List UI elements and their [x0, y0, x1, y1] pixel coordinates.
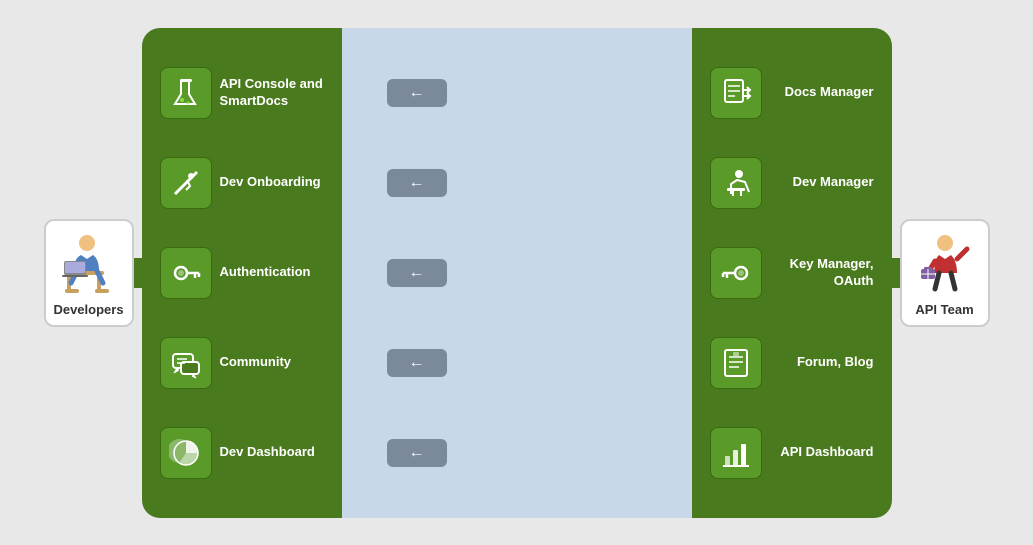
api-team-figure: [915, 231, 975, 296]
docs-icon: [710, 67, 762, 119]
api-team-label: API Team: [915, 302, 973, 317]
diagram-container: API Console and SmartDocs Dev Onboarding: [42, 18, 992, 528]
left-row-1: API Console and SmartDocs: [152, 67, 332, 119]
left-label-3: Authentication: [220, 264, 324, 281]
left-label-4: Community: [220, 354, 324, 371]
arrow-3: ←: [387, 259, 447, 287]
api-team-box: API Team: [900, 219, 990, 327]
arrow-1: ←: [387, 79, 447, 107]
pie-chart-icon: [160, 427, 212, 479]
left-label-2: Dev Onboarding: [220, 174, 324, 191]
left-label-1: API Console and SmartDocs: [220, 76, 324, 110]
bar-chart-icon: [710, 427, 762, 479]
right-label-3: Key Manager, OAuth: [770, 256, 874, 290]
developers-label: Developers: [53, 302, 123, 317]
right-label-4: Forum, Blog: [770, 354, 874, 371]
right-row-3: Key Manager, OAuth: [702, 247, 882, 299]
left-row-3: Authentication: [152, 247, 332, 299]
key-icon-right: [710, 247, 762, 299]
arrow-4: ←: [387, 349, 447, 377]
arrow-5: ←: [387, 439, 447, 467]
right-row-5: API Dashboard: [702, 427, 882, 479]
developers-box: Developers: [44, 219, 134, 327]
right-label-2: Dev Manager: [770, 174, 874, 191]
right-row-4: Forum, Blog: [702, 337, 882, 389]
left-row-4: Community: [152, 337, 332, 389]
escalator-icon: [160, 157, 212, 209]
developer-figure: [59, 231, 119, 296]
left-row-5: Dev Dashboard: [152, 427, 332, 479]
arrow-2: ←: [387, 169, 447, 197]
left-column: API Console and SmartDocs Dev Onboarding: [142, 28, 342, 518]
right-label-5: API Dashboard: [770, 444, 874, 461]
beaker-icon: [160, 67, 212, 119]
right-column: Docs Manager Dev Manager: [692, 28, 892, 518]
right-label-1: Docs Manager: [770, 84, 874, 101]
right-row-1: Docs Manager: [702, 67, 882, 119]
document-icon: [710, 337, 762, 389]
left-row-2: Dev Onboarding: [152, 157, 332, 209]
person-desk-icon: [710, 157, 762, 209]
right-row-2: Dev Manager: [702, 157, 882, 209]
left-label-5: Dev Dashboard: [220, 444, 324, 461]
chat-icon: [160, 337, 212, 389]
center-column: ← ← ← ← ←: [342, 28, 492, 518]
key-icon-left: [160, 247, 212, 299]
